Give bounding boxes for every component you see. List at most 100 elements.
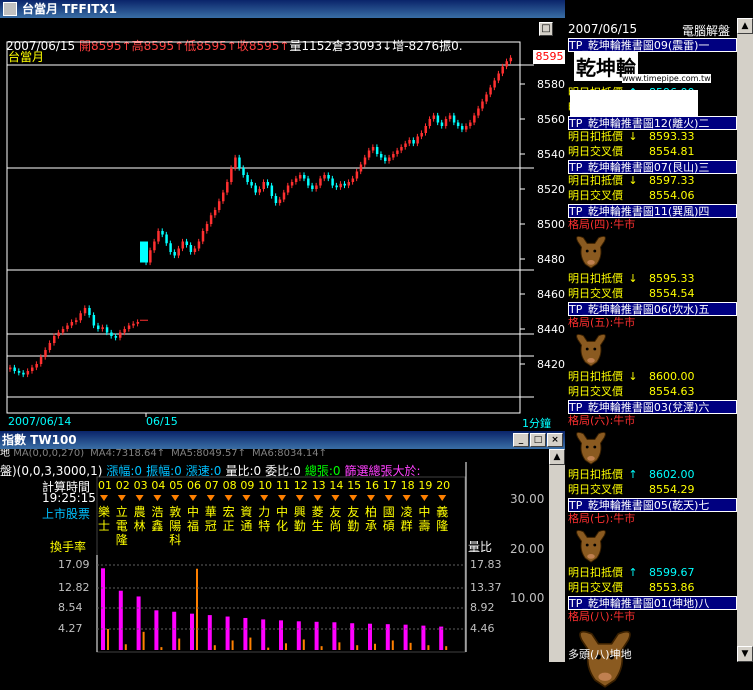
rank-down-arrow-icon <box>331 495 340 501</box>
side-scroll-down-button[interactable]: ▼ <box>737 646 753 662</box>
block-header[interactable]: TP_乾坤輪推書圖11(巽風)四 <box>568 204 737 218</box>
turnover-bar <box>118 590 123 650</box>
rank-down-arrow-icon <box>189 495 197 501</box>
side-scrollbar[interactable]: ▲ ▼ <box>737 18 753 662</box>
turnover-bar <box>332 622 337 650</box>
arrow-down-icon: ↓ <box>628 370 638 383</box>
price-row-value: 8599.67 <box>649 566 695 579</box>
bull-market-label: 格局(五):牛市 <box>568 316 636 329</box>
price-row-label: 明日交叉價 <box>568 581 623 594</box>
ranking-scrollbar[interactable]: ▲ <box>549 449 565 662</box>
arrow-down-icon: ↓ <box>628 272 638 285</box>
turnover-bar <box>190 613 194 650</box>
scroll-up-button[interactable]: ▲ <box>549 449 565 465</box>
price-row: 明日扣抵價 ↑ 8602.00 <box>568 468 737 482</box>
volume-ratio-bar <box>249 637 252 650</box>
price-row: 明日交叉價 8553.86 <box>568 581 737 595</box>
rank-down-arrow-icon <box>295 495 304 501</box>
turnover-bar <box>207 615 212 650</box>
volume-ratio-bar <box>427 645 430 650</box>
arrow-down-icon: ↓ <box>628 174 638 187</box>
price-row-value: 8595.33 <box>649 272 695 285</box>
volume-ratio-bar <box>196 568 198 650</box>
block-header[interactable]: TP_乾坤輪推書圖09(震雷)一 <box>568 38 737 52</box>
price-row-label: 明日交叉價 <box>568 483 623 496</box>
rank-down-arrow-icon <box>117 495 126 501</box>
price-row-label: 明日交叉價 <box>568 287 623 300</box>
bull-icon <box>572 526 610 564</box>
bull-market-label: 格局(四):牛市 <box>568 218 636 231</box>
turnover-bar-chart <box>96 462 467 653</box>
rank-down-arrow-icon <box>153 495 162 501</box>
volume-ratio-bar <box>267 647 270 650</box>
rank-down-arrow-icon <box>206 495 215 501</box>
rank-down-arrow-icon <box>367 495 375 501</box>
turnover-bar <box>172 611 177 650</box>
arrow-up-icon: ↑ <box>628 468 638 481</box>
price-row-value: 8554.06 <box>649 189 695 202</box>
volume-ratio-bar <box>124 644 127 650</box>
price-row: 明日交叉價 8554.81 <box>568 145 737 159</box>
price-row-value: 8554.63 <box>649 385 695 398</box>
volume-ratio-bar <box>445 646 448 650</box>
volume-ratio-bar <box>142 631 145 650</box>
block-header[interactable]: TP_乾坤輪推書圖01(坤地)八 <box>568 596 737 610</box>
turnover-bar <box>136 596 141 650</box>
rank-down-arrow-icon <box>384 495 393 501</box>
rank-down-arrow-icon <box>260 495 269 501</box>
volume-ratio-bar <box>391 640 394 650</box>
price-row-value: 8600.00 <box>649 370 695 383</box>
rank-down-arrow-icon <box>420 495 429 501</box>
bull-icon <box>572 428 610 466</box>
rank-down-arrow-icon <box>438 495 447 501</box>
bull-market-label: 格局(八):牛市 <box>568 610 636 623</box>
block-header[interactable]: TP_乾坤輪推書圖03(兌澤)六 <box>568 400 737 414</box>
volume-ratio-bar <box>213 645 216 650</box>
volume-ratio-bar <box>160 647 163 650</box>
volume-ratio-bar <box>374 643 376 650</box>
price-row: 明日扣抵價 ↓ 8600.00 <box>568 370 737 384</box>
turnover-bar <box>439 626 444 650</box>
price-row: 明日交叉價 8554.06 <box>568 189 737 203</box>
turnover-bar <box>296 621 301 650</box>
rank-down-arrow-icon <box>135 495 144 501</box>
bull-icon <box>572 232 610 270</box>
side-scroll-up-button[interactable]: ▲ <box>737 18 753 34</box>
price-row-value: 8554.81 <box>649 145 695 158</box>
bull-market-label: 格局(七):牛市 <box>568 512 636 525</box>
block-header[interactable]: TP_乾坤輪推書圖07(艮山)三 <box>568 160 737 174</box>
volume-ratio-bar <box>302 639 305 650</box>
rank-down-arrow-icon <box>100 495 108 501</box>
price-row: 明日扣抵價 ↓ 8595.33 <box>568 272 737 286</box>
price-row-value: 8597.33 <box>649 174 695 187</box>
price-row-label: 明日扣抵價 <box>568 130 623 143</box>
block-header[interactable]: TP_乾坤輪推書圖12(離火)二 <box>568 116 737 130</box>
block-header[interactable]: TP_乾坤輪推書圖05(乾天)七 <box>568 498 737 512</box>
turnover-bar <box>101 568 105 650</box>
turnover-bar <box>261 619 266 650</box>
rank-down-arrow-icon <box>402 495 411 501</box>
side-date: 2007/06/15 <box>568 22 638 36</box>
price-row-label: 明日扣抵價 <box>568 566 623 579</box>
volume-ratio-bar <box>320 646 323 650</box>
turnover-bar <box>225 616 230 650</box>
volume-ratio-bar <box>285 643 287 650</box>
side-title: 電腦解盤 <box>682 24 731 38</box>
side-footer: 多頭(八)坤地 <box>568 648 632 661</box>
volume-ratio-bar <box>231 640 234 650</box>
price-row-value: 8602.00 <box>649 468 695 481</box>
turnover-bar <box>350 623 355 650</box>
block-header[interactable]: TP_乾坤輪推書圖06(坎水)五 <box>568 302 737 316</box>
turnover-bar <box>279 620 283 650</box>
volume-ratio-bar <box>356 645 359 650</box>
arrow-up-icon: ↑ <box>628 566 638 579</box>
price-row-label: 明日交叉價 <box>568 189 623 202</box>
price-row: 明日扣抵價 ↓ 8597.33 <box>568 174 737 188</box>
price-row-label: 明日扣抵價 <box>568 370 623 383</box>
arrow-down-icon: ↓ <box>628 130 638 143</box>
turnover-bar <box>403 624 408 650</box>
rank-down-arrow-icon <box>171 495 180 501</box>
price-row-label: 明日扣抵價 <box>568 468 623 481</box>
bull-market-label: 格局(六):牛市 <box>568 414 636 427</box>
rank-down-arrow-icon <box>242 495 251 501</box>
